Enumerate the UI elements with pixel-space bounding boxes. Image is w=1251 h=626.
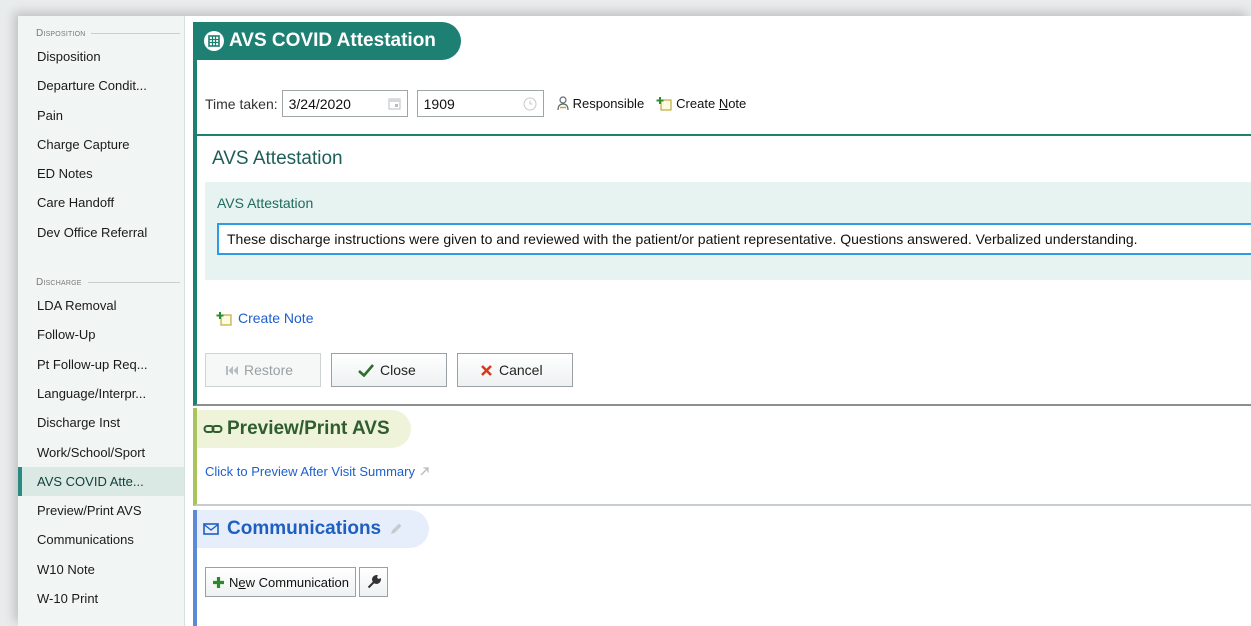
- sidebar-section-title: Discharge: [36, 276, 82, 288]
- close-label: Close: [380, 362, 416, 378]
- create-note-label-accesskey: N: [718, 96, 729, 111]
- sidebar-item-w10-note[interactable]: W10 Note: [18, 555, 184, 584]
- sidebar-item-pain[interactable]: Pain: [18, 101, 184, 130]
- sidebar-item-preview-print-avs[interactable]: Preview/Print AVS: [18, 496, 184, 525]
- sidebar-item-avs-covid-attestation[interactable]: AVS COVID Atte...: [18, 466, 184, 497]
- sidebar-item-follow-up[interactable]: Follow-Up: [18, 320, 184, 349]
- time-value: 1909: [423, 95, 455, 112]
- restore-button[interactable]: Restore: [205, 353, 321, 387]
- time-taken-label: Time taken:: [205, 95, 278, 112]
- communications-section: Communications New Communication: [193, 510, 1251, 626]
- communications-toolbar: New Communication: [205, 567, 388, 597]
- wrench-icon: [367, 575, 381, 589]
- sidebar-item-ed-notes[interactable]: ED Notes: [18, 159, 184, 188]
- sidebar-item-lda-removal[interactable]: LDA Removal: [18, 291, 184, 320]
- add-note-icon: [656, 96, 672, 111]
- sidebar-item-care-handoff[interactable]: Care Handoff: [18, 188, 184, 217]
- section-title: Communications: [227, 518, 382, 539]
- create-note-button[interactable]: Create Note: [656, 96, 746, 111]
- pencil-icon[interactable]: [389, 522, 403, 536]
- attestation-field-label: AVS Attestation: [217, 195, 314, 211]
- person-icon: [557, 96, 569, 111]
- responsible-label: Responsible: [572, 96, 645, 111]
- sidebar-item-disposition[interactable]: Disposition: [18, 42, 184, 71]
- restore-label: Restore: [244, 362, 294, 378]
- time-taken-row: Time taken: 3/24/2020 1909 Responsible C…: [205, 90, 746, 117]
- sidebar-item-w10-print[interactable]: W-10 Print: [18, 584, 184, 613]
- sidebar-item-language-interpreter[interactable]: Language/Interpr...: [18, 379, 184, 408]
- envelope-icon: [203, 523, 219, 535]
- sidebar-nav: Disposition Disposition Departure Condit…: [18, 16, 185, 626]
- close-button[interactable]: Close: [331, 353, 447, 387]
- link-icon: [203, 423, 223, 435]
- settings-wrench-button[interactable]: [358, 567, 388, 597]
- grid-form-icon: [203, 30, 225, 52]
- cancel-button[interactable]: Cancel: [457, 353, 573, 387]
- responsible-button[interactable]: Responsible: [557, 96, 645, 111]
- date-input[interactable]: 3/24/2020: [281, 90, 408, 117]
- time-input[interactable]: 1909: [416, 90, 544, 117]
- sidebar-item-communications[interactable]: Communications: [18, 525, 184, 554]
- main-content: AVS COVID Attestation Time taken: 3/24/2…: [185, 16, 1251, 626]
- checkmark-icon: [358, 363, 374, 377]
- preview-print-avs-section: Preview/Print AVS Click to Preview After…: [193, 408, 1251, 506]
- new-communication-label-suffix: w Communication: [245, 574, 349, 590]
- new-communication-button[interactable]: New Communication: [205, 567, 356, 597]
- avs-covid-attestation-section: AVS COVID Attestation Time taken: 3/24/2…: [193, 22, 1251, 406]
- attestation-text-field[interactable]: These discharge instructions were given …: [217, 223, 1251, 255]
- section-divider: [197, 134, 1251, 136]
- new-communication-label-accesskey: e: [238, 574, 246, 590]
- create-note-link-label: Create Note: [238, 310, 314, 326]
- preview-avs-link-label: Click to Preview After Visit Summary: [205, 464, 415, 479]
- sidebar-item-discharge-inst[interactable]: Discharge Inst: [18, 408, 184, 437]
- section-header: Communications: [197, 510, 429, 548]
- subsection-title: AVS Attestation: [212, 148, 343, 169]
- x-icon: [480, 364, 493, 377]
- sidebar-section-disposition: Disposition: [18, 24, 184, 42]
- create-note-label-suffix: ote: [728, 96, 747, 111]
- sidebar-item-dev-office-referral[interactable]: Dev Office Referral: [18, 218, 184, 247]
- external-link-icon: [420, 467, 429, 476]
- section-title: Preview/Print AVS: [227, 418, 390, 439]
- preview-avs-link[interactable]: Click to Preview After Visit Summary: [205, 464, 429, 479]
- section-header: AVS COVID Attestation: [197, 22, 461, 60]
- sidebar-item-charge-capture[interactable]: Charge Capture: [18, 130, 184, 159]
- sidebar-item-pt-follow-up-req[interactable]: Pt Follow-up Req...: [18, 350, 184, 379]
- date-value: 3/24/2020: [288, 95, 351, 112]
- clock-icon[interactable]: [523, 97, 537, 111]
- calendar-icon[interactable]: [388, 97, 401, 110]
- section-title: AVS COVID Attestation: [229, 30, 436, 51]
- app-frame: Disposition Disposition Departure Condit…: [18, 16, 1251, 626]
- attestation-panel: AVS Attestation These discharge instruct…: [205, 182, 1251, 280]
- sidebar-section-discharge: Discharge: [18, 273, 184, 291]
- create-note-link[interactable]: Create Note: [216, 310, 313, 326]
- sidebar-item-work-school-sport[interactable]: Work/School/Sport: [18, 438, 184, 467]
- cancel-label: Cancel: [499, 362, 543, 378]
- add-note-icon: [216, 311, 232, 326]
- section-header: Preview/Print AVS: [197, 410, 411, 448]
- create-note-label-prefix: Create: [676, 96, 719, 111]
- restore-icon: [226, 365, 238, 376]
- sidebar-section-title: Disposition: [36, 27, 86, 39]
- plus-icon: [212, 576, 225, 589]
- new-communication-label-prefix: N: [229, 574, 239, 590]
- action-button-row: Restore Close Cancel: [205, 353, 573, 387]
- sidebar-item-departure-condition[interactable]: Departure Condit...: [18, 71, 184, 100]
